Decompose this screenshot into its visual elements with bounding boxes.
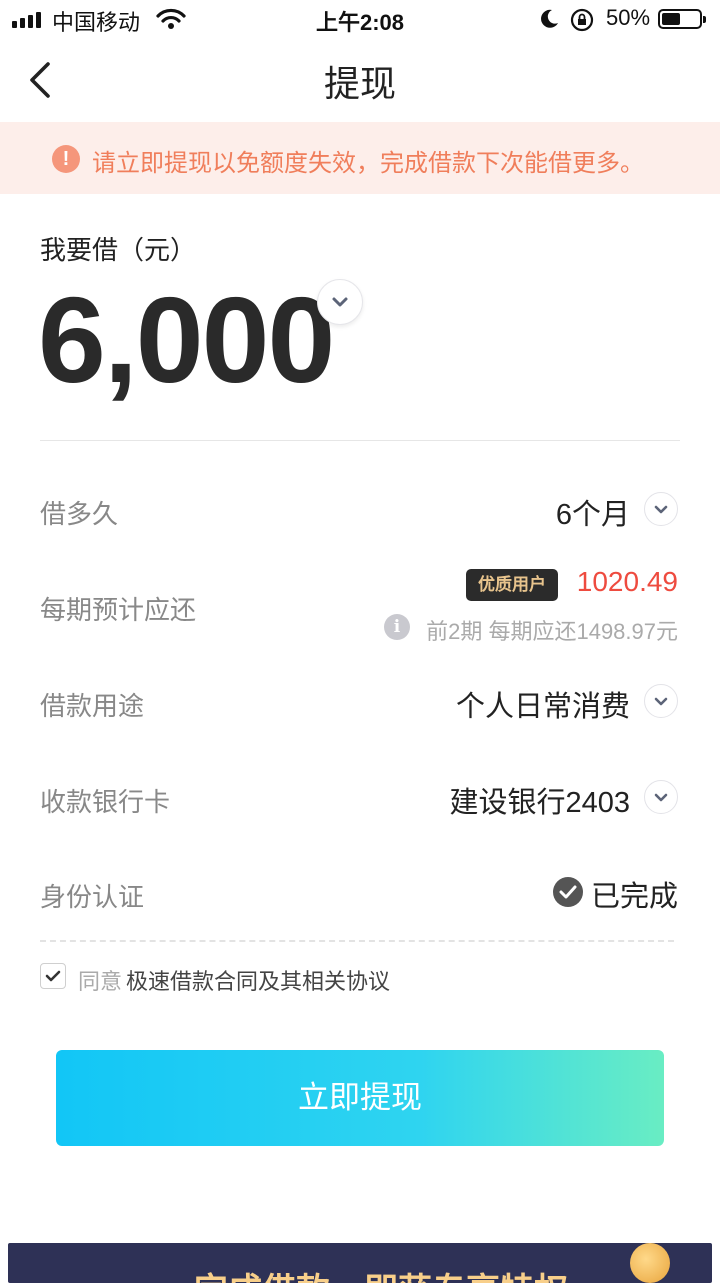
identity-label: 身份认证 [40,882,145,912]
moon-icon [541,9,558,28]
agreement-checkbox[interactable] [40,963,66,989]
purpose-label: 借款用途 [40,691,145,721]
battery-percent: 50% [606,5,651,30]
amount-dropdown-button[interactable] [317,279,363,325]
promo-text: 完成借款，即获专享特权 [194,1263,568,1283]
chevron-down-icon [654,505,668,514]
bank-card-value[interactable]: 建设银行2403 [449,779,630,821]
bank-card-dropdown-button[interactable] [644,780,678,814]
chevron-down-icon [654,793,668,802]
purpose-dropdown-button[interactable] [644,684,678,718]
dashed-divider [40,940,674,942]
agree-text: 同意 [78,969,123,994]
identity-status: 已完成 [590,881,678,913]
chevron-down-icon [654,697,668,706]
amount-value[interactable]: 6,000 [38,270,335,410]
term-label: 借多久 [40,499,119,529]
coin-icon [630,1243,670,1283]
agreement-link[interactable]: 极速借款合同及其相关协议 [126,964,390,996]
check-circle-icon [553,877,583,907]
term-dropdown-button[interactable] [644,492,678,526]
payment-note: 前2期 每期应还1498.97元 [426,619,678,644]
purpose-value[interactable]: 个人日常消费 [456,683,630,725]
premium-user-badge: 优质用户 [466,569,558,601]
bank-card-label: 收款银行卡 [40,787,171,817]
rotation-lock-icon [570,8,594,32]
term-value[interactable]: 6个月 [556,491,630,533]
chevron-down-icon [332,297,348,307]
amount-label: 我要借（元） [40,235,197,265]
payment-label: 每期预计应还 [40,595,197,625]
withdraw-button[interactable]: 立即提现 [56,1050,664,1146]
page-title: 提现 [323,63,396,104]
status-bar: 中国移动 上午2:08 50% [0,0,720,40]
info-icon[interactable]: i [384,614,410,640]
promo-banner[interactable]: 完成借款，即获专享特权 [8,1243,712,1283]
checkbox-check-icon [45,970,61,982]
warning-icon: ! [52,145,80,173]
divider [40,440,680,441]
payment-amount: 1020.49 [576,566,678,597]
battery-icon [658,9,706,29]
notice-text: 请立即提现以免额度失效，完成借款下次能借更多。 [92,150,644,177]
